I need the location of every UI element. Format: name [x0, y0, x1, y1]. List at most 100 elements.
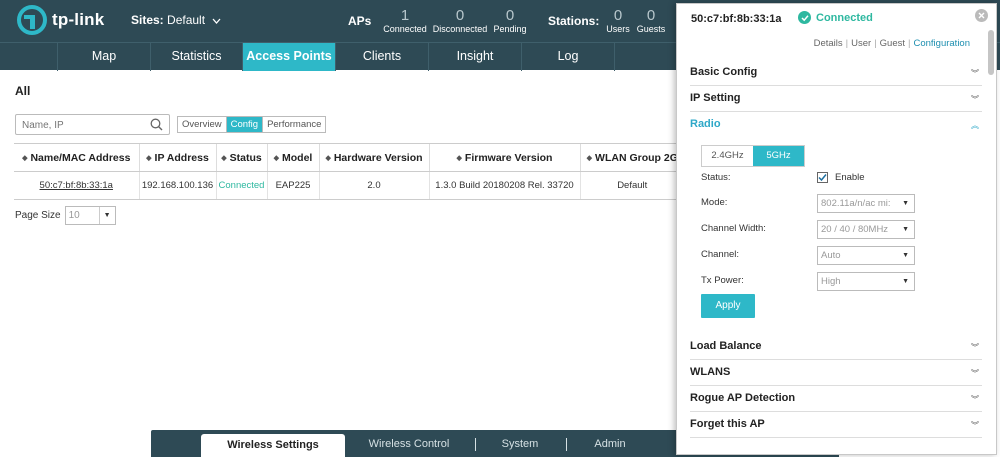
page-size: Page Size 10 ▼ — [15, 206, 116, 225]
cell-model: EAP225 — [266, 171, 319, 200]
nav-insight[interactable]: Insight — [428, 43, 521, 71]
sites-label: Sites: — [131, 13, 164, 27]
page-size-value: 10 — [68, 210, 80, 221]
col-name-mac[interactable]: ◆ Name/MAC Address — [14, 143, 139, 172]
divider: | — [874, 38, 877, 49]
tab-overview[interactable]: Overview — [178, 117, 226, 132]
bottom-tab-system[interactable]: System — [496, 438, 544, 450]
page-size-select[interactable]: 10 ▼ — [64, 206, 116, 225]
chevron-down-icon — [212, 16, 221, 27]
col-hardware[interactable]: ◆ Hardware Version — [318, 143, 429, 172]
panel-status-text: Connected — [816, 11, 873, 24]
stations-guests-stat: 0 Guests — [621, 8, 681, 35]
site-selector[interactable]: Sites: Default — [131, 13, 221, 27]
section-basic-config[interactable]: Basic Config ︾ — [690, 60, 982, 86]
col-status[interactable]: ◆ Status — [215, 143, 267, 172]
panel-tab-guest[interactable]: Guest — [880, 38, 905, 49]
tx-power-label: Tx Power: — [701, 275, 744, 286]
sort-icon: ◆ — [325, 154, 331, 162]
section-title: Load Balance — [690, 340, 762, 352]
col-status-label: Status — [229, 151, 262, 164]
section-ip-setting[interactable]: IP Setting ︾ — [690, 86, 982, 112]
panel-tab-user[interactable]: User — [851, 38, 871, 49]
panel-tab-details[interactable]: Details — [814, 38, 843, 49]
close-icon[interactable] — [975, 9, 988, 22]
aps-pending-label: Pending — [493, 24, 527, 34]
search-icon[interactable] — [150, 118, 163, 136]
tp-link-logo-icon — [17, 5, 47, 35]
caret-down-icon: ▼ — [902, 252, 909, 259]
col-firmware[interactable]: ◆ Firmware Version — [428, 143, 580, 172]
tab-performance[interactable]: Performance — [262, 117, 326, 132]
divider: | — [845, 38, 849, 49]
section-title: IP Setting — [690, 92, 741, 104]
col-wlan-group[interactable]: ◆ WLAN Group 2G — [579, 143, 684, 172]
mode-label: Mode: — [701, 197, 728, 208]
bottom-tab-admin[interactable]: Admin — [586, 438, 634, 450]
section-wlans[interactable]: WLANS ︾ — [690, 360, 982, 386]
section-rogue-ap-detection[interactable]: Rogue AP Detection ︾ — [690, 386, 982, 412]
search-box[interactable] — [15, 114, 170, 135]
channel-label: Channel: — [701, 249, 740, 260]
panel-ap-mac: 50:c7:bf:8b:33:1a — [691, 13, 782, 25]
enable-label: Enable — [835, 172, 865, 183]
stations-guests-label: Guests — [636, 24, 666, 34]
sort-icon: ◆ — [456, 154, 462, 162]
nav-clients[interactable]: Clients — [335, 43, 428, 71]
band-tab-2-4ghz[interactable]: 2.4GHz — [702, 146, 753, 166]
section-radio[interactable]: Radio ︽ — [690, 112, 982, 138]
sort-icon: ◆ — [273, 154, 280, 162]
section-title: Rogue AP Detection — [690, 392, 796, 404]
channel-width-select[interactable]: 20 / 40 / 80MHz ▼ — [817, 220, 915, 239]
table-row[interactable]: 50:c7:bf:8b:33:1a 192.168.100.136 Connec… — [14, 171, 684, 200]
chevron-double-up-icon: ︽ — [971, 121, 979, 130]
col-model-label: Model — [282, 151, 313, 164]
channel-value: Auto — [821, 250, 841, 261]
sort-icon: ◆ — [22, 154, 28, 162]
aps-connected-stat: 1 Connected — [375, 8, 435, 35]
sort-icon: ◆ — [221, 154, 227, 162]
col-wlan-group-label: WLAN Group 2G — [595, 151, 678, 164]
page-size-label: Page Size — [15, 210, 61, 221]
cell-ip: 192.168.100.136 — [138, 171, 216, 200]
cell-hardware: 2.0 — [318, 171, 429, 200]
section-forget-ap[interactable]: Forget this AP ︾ — [690, 412, 982, 438]
bottom-tab-wireless-control[interactable]: Wireless Control — [364, 438, 454, 450]
channel-select[interactable]: Auto ▼ — [817, 246, 915, 265]
search-input[interactable] — [16, 116, 146, 135]
col-name-mac-label: Name/MAC Address — [30, 151, 131, 164]
ap-detail-panel: 50:c7:bf:8b:33:1a Connected Details | User… — [676, 3, 997, 455]
enable-checkbox[interactable] — [817, 172, 828, 183]
band-tab-5ghz[interactable]: 5GHz — [753, 146, 804, 166]
section-title: WLANS — [690, 366, 731, 378]
panel-scrollbar[interactable] — [988, 30, 994, 75]
bottom-separator — [475, 438, 476, 451]
nav-access-points[interactable]: Access Points — [242, 43, 335, 71]
col-ip-label: IP Address — [154, 151, 209, 164]
aps-pending-stat: 0 Pending — [480, 8, 540, 35]
tx-power-select[interactable]: High ▼ — [817, 272, 915, 291]
mode-select[interactable]: 802.11a/n/ac mi: ▼ — [817, 194, 915, 213]
nav-statistics[interactable]: Statistics — [150, 43, 242, 71]
chevron-double-down-icon: ︾ — [971, 421, 979, 430]
panel-tab-configuration[interactable]: Configuration — [913, 38, 970, 49]
apply-button[interactable]: Apply — [701, 294, 755, 318]
caret-down-icon: ▼ — [902, 226, 909, 233]
col-ip[interactable]: ◆ IP Address — [138, 143, 216, 172]
site-name: Default — [167, 13, 206, 27]
cell-mac[interactable]: 50:c7:bf:8b:33:1a — [14, 171, 139, 200]
ap-table: ◆ Name/MAC Address ◆ IP Address ◆ Status ◆ M… — [14, 143, 684, 200]
page-title: All — [15, 84, 31, 98]
section-load-balance[interactable]: Load Balance ︾ — [690, 334, 982, 360]
col-hardware-label: Hardware Version — [333, 151, 423, 164]
channel-width-label: Channel Width: — [701, 223, 766, 234]
sort-icon: ◆ — [146, 154, 152, 162]
table-header-row: ◆ Name/MAC Address ◆ IP Address ◆ Status ◆ M… — [14, 143, 684, 172]
nav-log[interactable]: Log — [521, 43, 614, 71]
nav-map[interactable]: Map — [57, 43, 150, 71]
col-model[interactable]: ◆ Model — [266, 143, 319, 172]
tp-link-logo[interactable]: tp-link — [16, 5, 104, 35]
bottom-tab-wireless-settings[interactable]: Wireless Settings — [201, 434, 345, 457]
tab-config[interactable]: Config — [225, 117, 263, 132]
view-tabs: Overview Config Performance — [177, 116, 327, 133]
